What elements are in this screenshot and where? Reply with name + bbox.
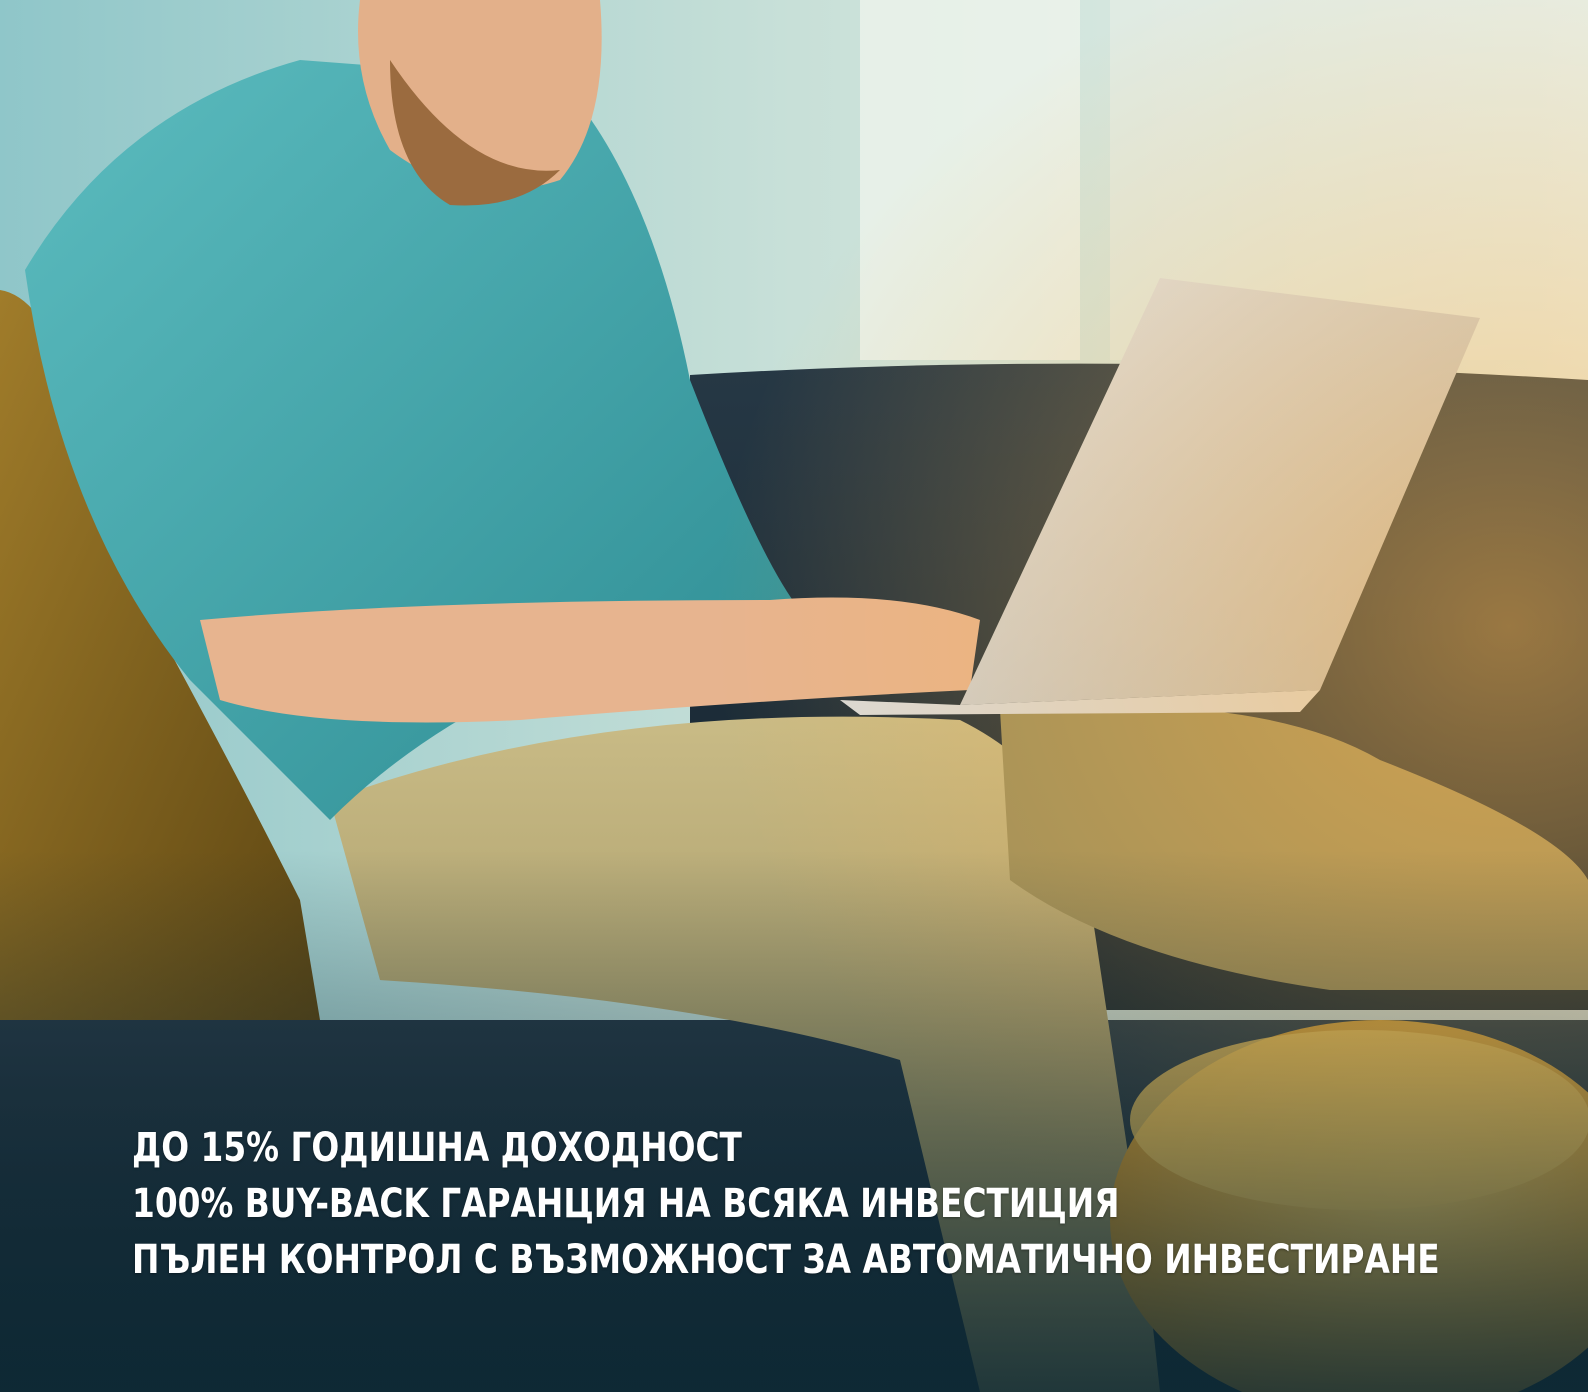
benefit-yield: ДО 15% ГОДИШНА ДОХОДНОСТ	[132, 1125, 742, 1171]
benefits-list: ДО 15% ГОДИШНА ДОХОДНОСТ 100% BUY-BACK Г…	[132, 1120, 1588, 1288]
benefit-buyback-guarantee: 100% BUY-BACK ГАРАНЦИЯ НА ВСЯКА ИНВЕСТИЦ…	[132, 1181, 1120, 1227]
benefit-auto-invest: ПЪЛЕН КОНТРОЛ С ВЪЗМОЖНОСТ ЗА АВТОМАТИЧН…	[132, 1237, 1440, 1283]
hero-banner: ДО 15% ГОДИШНА ДОХОДНОСТ 100% BUY-BACK Г…	[0, 0, 1588, 1392]
